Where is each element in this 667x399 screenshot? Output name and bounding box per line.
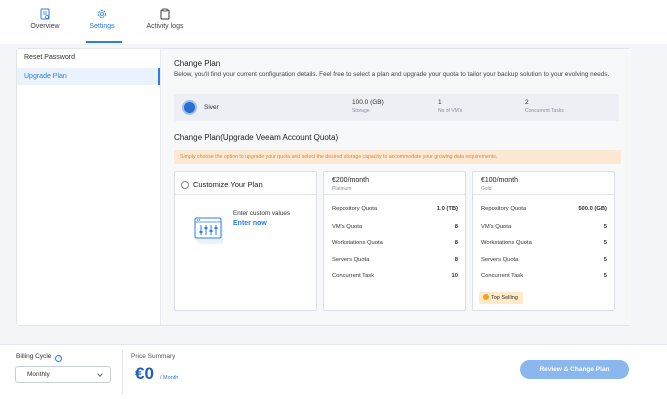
quota-value: 1.0 (TB) bbox=[436, 206, 458, 212]
settings-panel: Reset Password Upgrade Plan Change Plan … bbox=[16, 48, 631, 326]
tab-label: Overview bbox=[30, 23, 60, 30]
quota-label: Workstations Quota bbox=[332, 240, 383, 246]
billing-cycle-value: Monthly bbox=[27, 371, 50, 378]
chevron-down-icon bbox=[97, 371, 103, 377]
badge-label: Top Selling bbox=[491, 295, 518, 301]
quota-row: Workstations Quota 5 bbox=[481, 240, 607, 246]
tasks-stat: 2 Concurrent Tasks bbox=[525, 99, 564, 114]
quota-row: Repository Quota 500.0 (GB) bbox=[481, 206, 607, 212]
quota-row: VM's Quota 5 bbox=[481, 224, 607, 230]
quota-value: 5 bbox=[603, 257, 607, 263]
quota-label: Servers Quota bbox=[332, 257, 370, 263]
change-plan-subtitle: Change Plan(Upgrade Veeam Account Quota) bbox=[174, 133, 339, 142]
quota-row: Servers Quota 8 bbox=[332, 257, 458, 263]
custom-plan-text: Enter custom values bbox=[233, 210, 291, 217]
sliders-icon bbox=[194, 217, 223, 244]
vms-stat: 1 No of VM's bbox=[438, 99, 462, 114]
plan-badge-icon bbox=[182, 100, 197, 115]
billing-cycle-select[interactable]: Monthly bbox=[15, 366, 111, 383]
custom-plan-card[interactable]: Customize Your Plan Enter custom values … bbox=[174, 171, 317, 311]
top-tabs: Overview Settings Activity logs bbox=[0, 0, 667, 44]
quota-label: VM's Quota bbox=[332, 224, 363, 230]
tasks-value: 2 bbox=[525, 99, 529, 106]
quota-row: Repository Quota 1.0 (TB) bbox=[332, 206, 458, 212]
quota-value: 5 bbox=[603, 240, 607, 246]
gear-icon bbox=[98, 10, 106, 18]
quota-row: Concurrent Task 5 bbox=[481, 273, 607, 279]
plan-tier: Platinum bbox=[332, 186, 352, 192]
plan-card-gold[interactable]: €100/month Gold Repository Quota 500.0 (… bbox=[472, 171, 615, 311]
plan-footer: Billing Cycle ? Monthly Price Summary €0… bbox=[0, 344, 667, 399]
active-tab-indicator bbox=[86, 41, 122, 43]
divider bbox=[122, 350, 123, 394]
quota-row: Servers Quota 5 bbox=[481, 257, 607, 263]
tab-activity-logs[interactable]: Activity logs bbox=[138, 8, 192, 42]
upgrade-notice: Simply choose the option to upgrade your… bbox=[174, 150, 621, 164]
current-plan-summary: Siver 100.0 (GB) Storage 1 No of VM's 2 … bbox=[174, 94, 619, 121]
settings-sidebar: Reset Password Upgrade Plan bbox=[17, 49, 161, 325]
quota-value: 5 bbox=[603, 273, 607, 279]
divider bbox=[175, 194, 316, 195]
plan-tier: Gold bbox=[481, 186, 492, 192]
tab-settings[interactable]: Settings bbox=[75, 8, 129, 42]
info-icon[interactable]: ? bbox=[55, 355, 63, 362]
tab-label: Activity logs bbox=[146, 23, 184, 30]
plan-price: €200/month bbox=[332, 177, 369, 184]
custom-plan-radio[interactable] bbox=[181, 181, 189, 189]
top-selling-badge: Top Selling bbox=[479, 292, 523, 304]
storage-label: Storage bbox=[352, 108, 370, 114]
quota-label: Concurrent Task bbox=[481, 273, 524, 279]
billing-cycle-text: Billing Cycle bbox=[16, 353, 52, 360]
sidebar-item-upgrade-plan[interactable]: Upgrade Plan bbox=[17, 68, 160, 85]
star-icon bbox=[483, 294, 489, 300]
report-icon bbox=[40, 8, 50, 20]
change-plan-title: Change Plan bbox=[174, 59, 221, 68]
billing-cycle-label: Billing Cycle ? bbox=[16, 353, 63, 362]
storage-value: 100.0 (GB) bbox=[352, 99, 384, 106]
price-amount: €0 bbox=[135, 364, 154, 383]
quota-value: 10 bbox=[451, 273, 458, 279]
quota-value: 8 bbox=[454, 224, 458, 230]
quota-value: 8 bbox=[454, 240, 458, 246]
clipboard-icon bbox=[160, 8, 170, 20]
quota-label: VM's Quota bbox=[481, 224, 512, 230]
custom-plan-title: Customize Your Plan bbox=[193, 180, 263, 189]
review-change-plan-button[interactable]: Review & Change Plan bbox=[520, 360, 629, 379]
price-summary-label: Price Summary bbox=[131, 353, 176, 360]
current-plan-name: Siver bbox=[204, 104, 219, 111]
quota-value: 5 bbox=[603, 224, 607, 230]
vms-value: 1 bbox=[438, 99, 442, 106]
quota-label: Repository Quota bbox=[481, 206, 527, 212]
quota-row: VM's Quota 8 bbox=[332, 224, 458, 230]
quota-label: Repository Quota bbox=[332, 206, 378, 212]
quota-label: Workstations Quota bbox=[481, 240, 532, 246]
divider bbox=[324, 194, 465, 195]
quota-value: 8 bbox=[454, 257, 458, 263]
sidebar-item-reset-password[interactable]: Reset Password bbox=[17, 50, 160, 66]
vms-label: No of VM's bbox=[438, 108, 463, 114]
price-period: / Month bbox=[160, 375, 179, 381]
enter-now-link[interactable]: Enter now bbox=[233, 220, 267, 227]
plan-card-platinum[interactable]: €200/month Platinum Repository Quota 1.0… bbox=[323, 171, 466, 311]
change-plan-description: Below, you'll find your current configur… bbox=[174, 71, 610, 78]
plan-price: €100/month bbox=[481, 177, 518, 184]
quota-row: Workstations Quota 8 bbox=[332, 240, 458, 246]
change-plan-content: Change Plan Below, you'll find your curr… bbox=[161, 49, 631, 325]
quota-value: 500.0 (GB) bbox=[578, 206, 607, 212]
tab-overview[interactable]: Overview bbox=[18, 8, 72, 42]
divider bbox=[473, 194, 614, 195]
tasks-label: Concurrent Tasks bbox=[525, 108, 564, 114]
tab-label: Settings bbox=[89, 23, 115, 30]
storage-stat: 100.0 (GB) Storage bbox=[352, 99, 384, 114]
quota-label: Servers Quota bbox=[481, 257, 519, 263]
quota-row: Concurrent Task 10 bbox=[332, 273, 458, 279]
quota-label: Concurrent Task bbox=[332, 273, 375, 279]
